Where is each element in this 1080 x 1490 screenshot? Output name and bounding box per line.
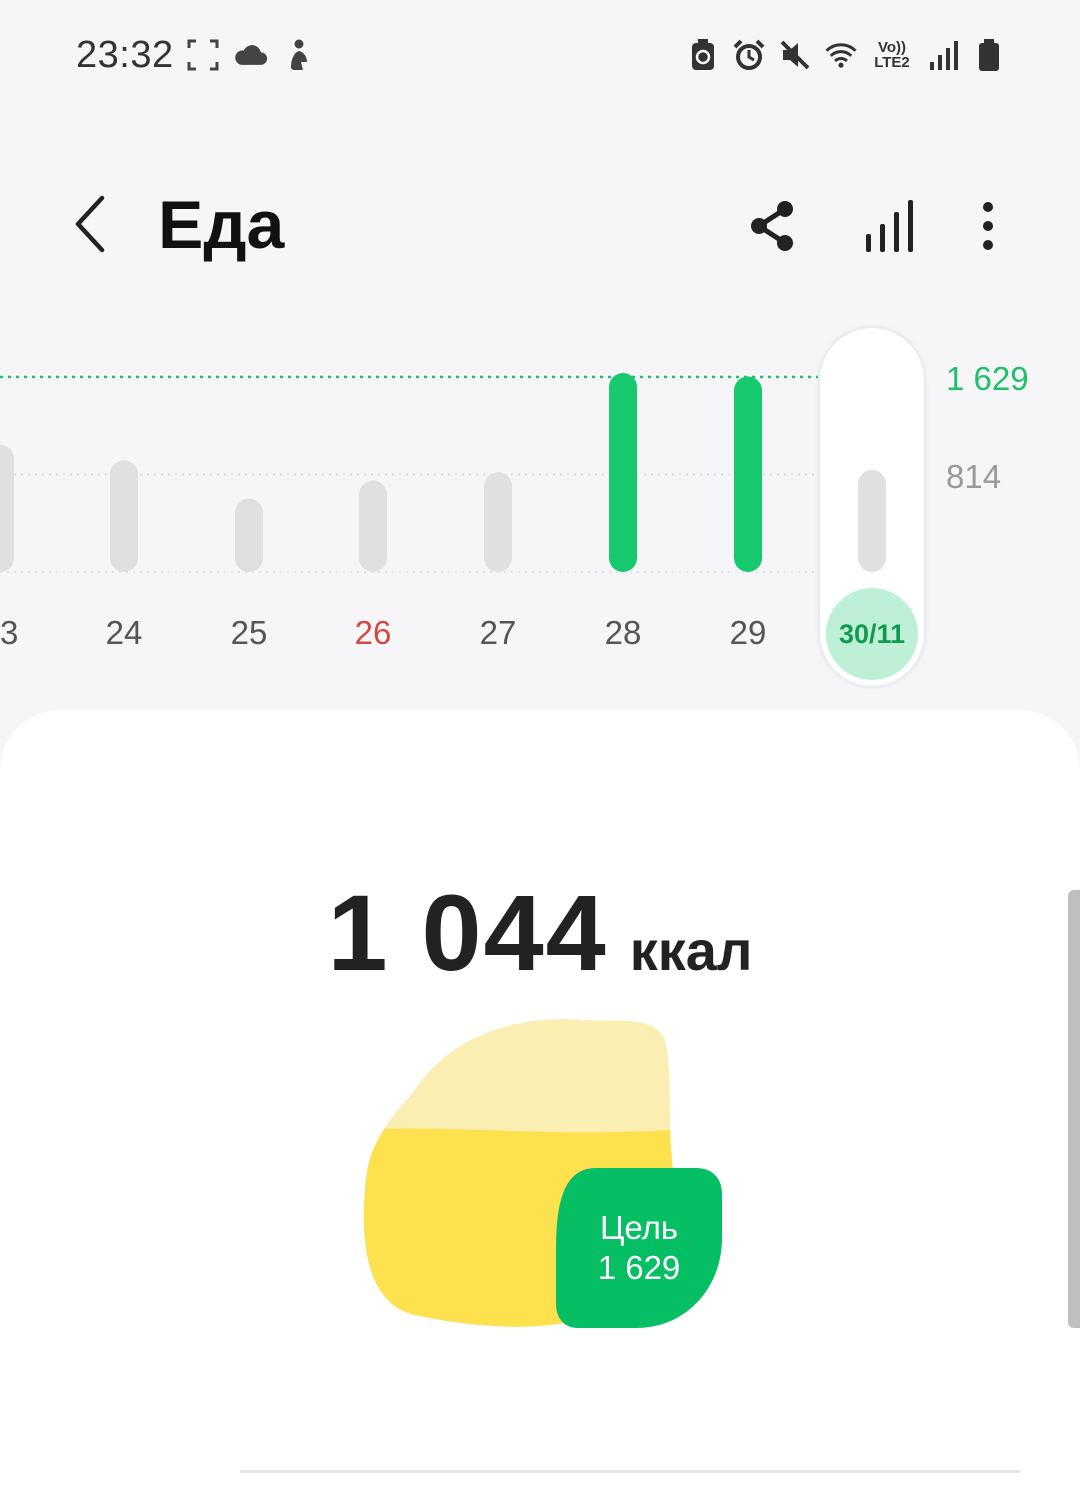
page-title: Еда <box>158 187 285 263</box>
summary-card: 1 044 ккал Цель 1 629 <box>0 710 1080 1490</box>
day-label-24[interactable]: 24 <box>106 614 143 652</box>
scrollbar[interactable] <box>1068 890 1080 1328</box>
day-label-23[interactable]: 23 <box>0 614 18 652</box>
bar-24[interactable] <box>110 460 138 572</box>
selected-date-label[interactable]: 30/11 <box>826 588 918 680</box>
goal-badge: Цель 1 629 <box>556 1168 722 1328</box>
day-label-27[interactable]: 27 <box>480 614 517 652</box>
mid-tick-label: 814 <box>946 458 1002 495</box>
day-label-28[interactable]: 28 <box>605 614 642 652</box>
daily-calories-chart: 1 629 814 23 24 25 26 27 28 29 30/11 <box>0 320 1080 700</box>
share-icon <box>751 201 793 251</box>
bar-29[interactable] <box>734 376 762 572</box>
status-left-icons <box>186 38 316 72</box>
wifi-icon <box>824 38 858 72</box>
goal-tick-label: 1 629 <box>946 360 1029 397</box>
bar-27[interactable] <box>484 472 512 572</box>
chevron-left-icon <box>75 195 105 253</box>
back-button[interactable] <box>58 192 122 256</box>
share-button[interactable] <box>740 194 804 258</box>
more-vertical-icon <box>983 202 993 250</box>
day-label-25[interactable]: 25 <box>231 614 268 652</box>
battery-icon <box>972 38 1006 72</box>
calorie-total-value: 1 044 <box>327 872 608 993</box>
signal-icon <box>926 38 960 72</box>
bar-30/11[interactable] <box>858 469 886 572</box>
bar-25[interactable] <box>235 498 263 572</box>
volte-indicator: Vo)) LTE2 <box>874 39 910 71</box>
more-options-button[interactable] <box>956 194 1020 258</box>
app-header: Еда <box>0 170 1080 290</box>
calorie-total: 1 044 ккал <box>0 870 1080 995</box>
day-label-26[interactable]: 26 <box>355 614 392 652</box>
status-bar: 23:32 Vo)) LTE2 <box>0 0 1080 110</box>
stats-button[interactable] <box>856 194 920 258</box>
alarm-icon <box>732 38 766 72</box>
mute-icon <box>778 38 812 72</box>
goal-badge-value: 1 629 <box>597 1249 681 1286</box>
screenshot-icon <box>186 38 220 72</box>
goal-badge-label: Цель <box>599 1209 679 1246</box>
cloud-icon <box>234 38 268 72</box>
day-label-29[interactable]: 29 <box>730 614 767 652</box>
bar-23[interactable] <box>0 444 14 572</box>
status-right-icons: Vo)) LTE2 <box>686 38 1006 72</box>
calorie-total-unit: ккал <box>629 919 753 982</box>
battery-saver-icon <box>686 38 720 72</box>
bar-26[interactable] <box>359 480 387 572</box>
fitness-icon <box>282 38 316 72</box>
bar-28[interactable] <box>609 373 637 572</box>
status-time: 23:32 <box>76 34 174 76</box>
chart-canvas <box>0 373 886 573</box>
divider <box>240 1470 1020 1473</box>
bar-chart-icon <box>866 200 913 252</box>
